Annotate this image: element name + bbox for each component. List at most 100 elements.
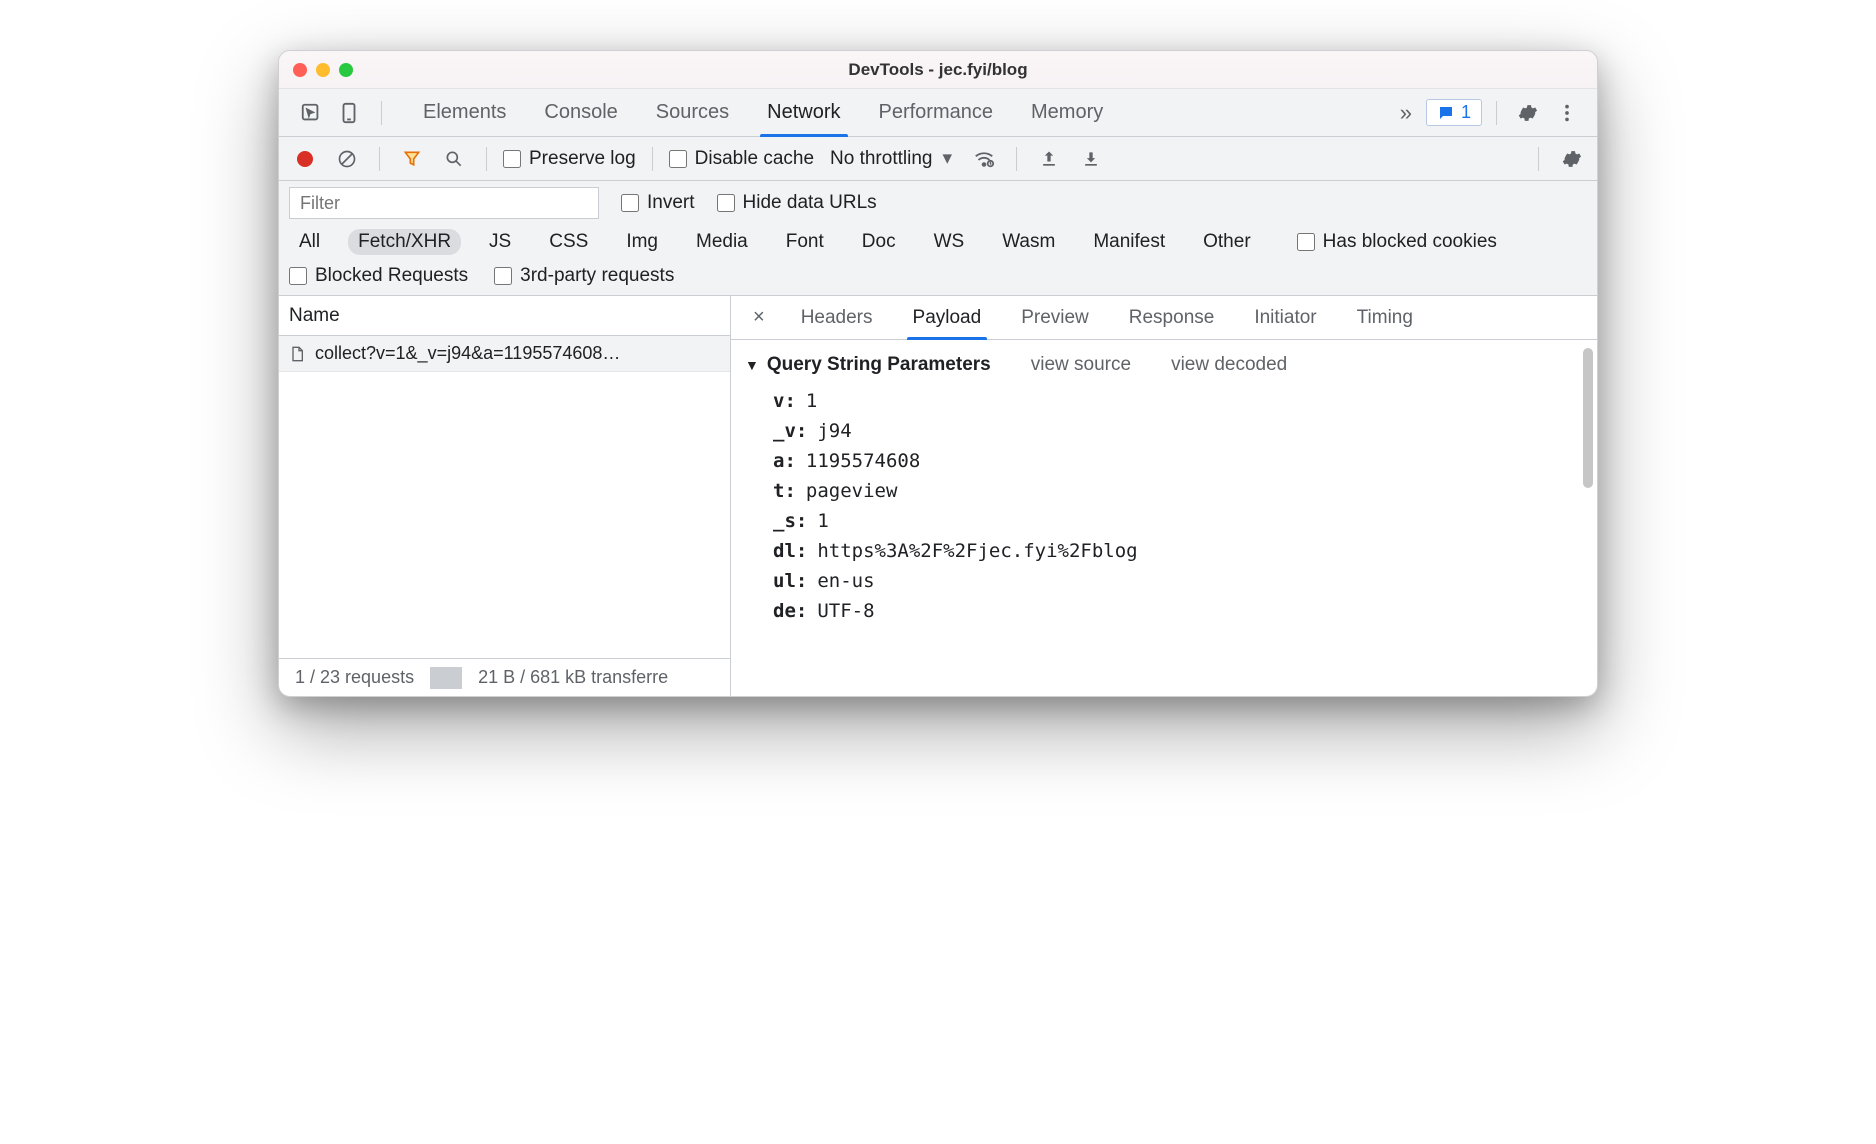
invert-checkbox[interactable]: Invert	[621, 192, 695, 214]
param-value: en-us	[817, 570, 874, 592]
detail-tab-initiator[interactable]: Initiator	[1234, 296, 1336, 340]
detail-tab-preview[interactable]: Preview	[1001, 296, 1109, 340]
titlebar: DevTools - jec.fyi/blog	[279, 51, 1597, 89]
main-tabs: ElementsConsoleSourcesNetworkPerformance…	[404, 89, 1386, 137]
filter-input[interactable]	[289, 187, 599, 219]
param-row: t: pageview	[773, 476, 1583, 506]
disable-cache-input[interactable]	[669, 150, 687, 168]
filter-type-other[interactable]: Other	[1193, 229, 1261, 255]
divider	[1016, 147, 1017, 171]
payload-body[interactable]: ▼ Query String Parameters view source vi…	[731, 340, 1597, 696]
filter-type-media[interactable]: Media	[686, 229, 758, 255]
detail-tab-response[interactable]: Response	[1109, 296, 1235, 340]
param-key: t:	[773, 480, 796, 502]
detail-tab-payload[interactable]: Payload	[893, 296, 1002, 340]
has-blocked-cookies-input[interactable]	[1297, 233, 1315, 251]
has-blocked-cookies-checkbox[interactable]: Has blocked cookies	[1297, 231, 1497, 253]
view-decoded-link[interactable]: view decoded	[1171, 354, 1287, 376]
preserve-log-label: Preserve log	[529, 148, 636, 170]
disable-cache-label: Disable cache	[695, 148, 814, 170]
detail-pane: × HeadersPayloadPreviewResponseInitiator…	[731, 296, 1597, 696]
main-tabs-row: ElementsConsoleSourcesNetworkPerformance…	[279, 89, 1597, 137]
param-key: _s:	[773, 510, 807, 532]
tab-network[interactable]: Network	[748, 89, 859, 137]
has-blocked-cookies-label: Has blocked cookies	[1323, 231, 1497, 253]
param-row: dl:https%3A%2F%2Fjec.fyi%2Fblog	[773, 536, 1583, 566]
param-row: a:1195574608	[773, 446, 1583, 476]
tab-memory[interactable]: Memory	[1012, 89, 1122, 137]
disclosure-triangle-icon[interactable]: ▼	[745, 357, 759, 373]
param-value: 1	[817, 510, 828, 532]
throttling-select[interactable]: No throttling ▾	[824, 147, 958, 170]
divider	[430, 667, 462, 689]
filter-type-wasm[interactable]: Wasm	[992, 229, 1065, 255]
preserve-log-checkbox[interactable]: Preserve log	[503, 148, 636, 170]
blocked-requests-label: Blocked Requests	[315, 265, 468, 287]
detail-tab-headers[interactable]: Headers	[781, 296, 893, 340]
filter-type-manifest[interactable]: Manifest	[1083, 229, 1175, 255]
param-value: pageview	[806, 480, 898, 502]
filter-bar: Invert Hide data URLs All Fetch/XHR JS CSS I…	[279, 181, 1597, 296]
param-row: _s: 1	[773, 506, 1583, 536]
param-key: _v:	[773, 420, 807, 442]
filter-type-css[interactable]: CSS	[539, 229, 598, 255]
close-detail-button[interactable]: ×	[737, 306, 781, 329]
tab-sources[interactable]: Sources	[637, 89, 748, 137]
filter-type-doc[interactable]: Doc	[852, 229, 906, 255]
invert-input[interactable]	[621, 194, 639, 212]
scrollbar[interactable]	[1583, 348, 1593, 488]
upload-har-icon[interactable]	[1033, 143, 1065, 175]
download-har-icon[interactable]	[1075, 143, 1107, 175]
messages-badge[interactable]: 1	[1426, 99, 1482, 126]
split-panes: Name collect?v=1&_v=j94&a=1195574608… 1 …	[279, 296, 1597, 696]
status-transfer: 21 B / 681 kB transferre	[462, 667, 684, 688]
network-settings-gear-icon[interactable]	[1555, 143, 1587, 175]
filter-type-img[interactable]: Img	[616, 229, 668, 255]
param-key: ul:	[773, 570, 807, 592]
divider	[1538, 147, 1539, 171]
disable-cache-checkbox[interactable]: Disable cache	[669, 148, 814, 170]
third-party-label: 3rd-party requests	[520, 265, 674, 287]
devtools-window: DevTools - jec.fyi/blog ElementsConsoleS…	[278, 50, 1598, 697]
param-key: v:	[773, 390, 796, 412]
device-toggle-icon[interactable]	[333, 97, 365, 129]
tab-console[interactable]: Console	[525, 89, 636, 137]
window-title: DevTools - jec.fyi/blog	[279, 60, 1597, 80]
tab-elements[interactable]: Elements	[404, 89, 525, 137]
filter-type-fetchxhr[interactable]: Fetch/XHR	[348, 229, 461, 255]
param-key: de:	[773, 600, 807, 622]
more-menu-icon[interactable]	[1551, 97, 1583, 129]
tab-performance[interactable]: Performance	[860, 89, 1013, 137]
filter-type-all[interactable]: All	[289, 229, 330, 255]
settings-gear-icon[interactable]	[1511, 97, 1543, 129]
clear-icon[interactable]	[331, 143, 363, 175]
status-bar: 1 / 23 requests 21 B / 681 kB transferre	[279, 658, 730, 696]
preserve-log-input[interactable]	[503, 150, 521, 168]
name-column-header[interactable]: Name	[279, 296, 730, 336]
filter-type-js[interactable]: JS	[479, 229, 521, 255]
divider	[652, 147, 653, 171]
third-party-checkbox[interactable]: 3rd-party requests	[494, 265, 674, 287]
blocked-requests-input[interactable]	[289, 267, 307, 285]
record-button[interactable]	[289, 143, 321, 175]
param-row: _v:j94	[773, 416, 1583, 446]
request-row[interactable]: collect?v=1&_v=j94&a=1195574608…	[279, 336, 730, 372]
divider	[381, 101, 382, 125]
invert-label: Invert	[647, 192, 695, 214]
hide-data-urls-checkbox[interactable]: Hide data URLs	[717, 192, 877, 214]
search-icon[interactable]	[438, 143, 470, 175]
inspect-icon[interactable]	[295, 97, 327, 129]
tabs-overflow-icon[interactable]: »	[1388, 100, 1424, 126]
network-conditions-icon[interactable]	[968, 143, 1000, 175]
third-party-input[interactable]	[494, 267, 512, 285]
detail-tab-timing[interactable]: Timing	[1337, 296, 1433, 340]
blocked-requests-checkbox[interactable]: Blocked Requests	[289, 265, 468, 287]
request-list[interactable]: collect?v=1&_v=j94&a=1195574608…	[279, 336, 730, 658]
param-value: 1	[806, 390, 817, 412]
view-source-link[interactable]: view source	[1031, 354, 1131, 376]
filter-icon[interactable]	[396, 143, 428, 175]
filter-type-ws[interactable]: WS	[924, 229, 975, 255]
filter-type-font[interactable]: Font	[776, 229, 834, 255]
hide-data-urls-input[interactable]	[717, 194, 735, 212]
status-requests: 1 / 23 requests	[279, 667, 430, 688]
